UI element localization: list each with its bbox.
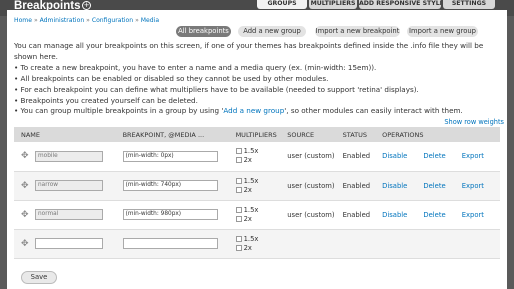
disable-link[interactable]: Disable (382, 211, 407, 219)
status-cell: Enabled (335, 200, 376, 230)
source-cell: user (custom) (280, 200, 336, 230)
multiplier-checkbox[interactable] (235, 186, 242, 193)
help-bullet: • To create a new breakpoint, you have t… (14, 62, 377, 72)
table-row: ✥ narrow (min-width: 740px) 1.5x 2x user (… (14, 171, 500, 201)
table-row: ✥ normal (min-width: 980px) 1.5x 2x user (… (14, 200, 500, 230)
show-row-weights-link[interactable]: Show row weights (444, 118, 504, 126)
multiplier-checkbox[interactable] (235, 215, 242, 222)
import-breakpoint-button[interactable]: Import a new breakpoint (315, 26, 400, 37)
source-cell: user (custom) (280, 142, 336, 172)
breakpoint-field[interactable]: (min-width: 740px) (122, 180, 218, 191)
column-header-multipliers: MULTIPLIERS (228, 127, 281, 142)
export-link[interactable]: Export (462, 152, 484, 160)
drag-handle-icon[interactable]: ✥ (21, 151, 35, 161)
breadcrumb: Home » Administration » Configuration » … (14, 17, 159, 24)
drag-handle-icon[interactable]: ✥ (21, 210, 35, 220)
breakpoint-field[interactable]: (min-width: 0px) (122, 150, 218, 162)
source-cell: user (custom) (280, 171, 336, 201)
export-link[interactable]: Export (462, 211, 484, 219)
add-circle-icon[interactable]: + (82, 1, 91, 10)
column-header-breakpoint: BREAKPOINT, @MEDIA ... (115, 127, 229, 142)
breadcrumb-administration[interactable]: Administration (40, 17, 85, 24)
import-group-button[interactable]: Import a new group (407, 26, 478, 37)
name-field[interactable]: normal (35, 209, 103, 220)
drag-handle-icon[interactable]: ✥ (21, 181, 35, 191)
all-breakpoints-button[interactable]: All breakpoints (176, 26, 231, 37)
breadcrumb-separator: » (135, 17, 139, 24)
breadcrumb-home[interactable]: Home (14, 17, 32, 24)
help-intro-line: You can manage all your breakpoints on t… (14, 41, 484, 50)
breakpoint-field[interactable] (122, 238, 218, 249)
status-cell (335, 229, 376, 259)
help-bullet: • For each breakpoint you can define wha… (14, 84, 419, 94)
disable-link[interactable]: Disable (382, 182, 407, 190)
help-bullet: • You can group multiple breakpoints in … (14, 106, 463, 116)
status-cell: Enabled (335, 142, 376, 172)
column-header-source: SOURCE (280, 127, 336, 142)
tab-groups[interactable]: GROUPS (257, 0, 307, 9)
table-row: ✥ mobile (min-width: 0px) 1.5x 2x user (cu… (14, 142, 500, 172)
breakpoint-field[interactable]: (min-width: 980px) (122, 209, 218, 220)
delete-link[interactable]: Delete (423, 211, 445, 219)
status-cell: Enabled (335, 171, 376, 201)
name-field[interactable] (35, 238, 103, 249)
delete-link[interactable]: Delete (423, 182, 445, 190)
name-field[interactable]: mobile (35, 150, 103, 162)
name-field[interactable]: narrow (35, 180, 103, 191)
breadcrumb-configuration[interactable]: Configuration (92, 17, 133, 24)
multiplier-checkbox[interactable] (235, 157, 242, 164)
operations-cell (375, 229, 500, 259)
tab-settings[interactable]: SETTINGS (443, 0, 495, 9)
table-row: ✥ 1.5x 2x (14, 229, 500, 259)
add-group-link[interactable]: Add a new group (223, 106, 284, 115)
tab-add-responsive-style[interactable]: ADD RESPONSIVE STYLE (359, 0, 441, 9)
drag-handle-icon[interactable]: ✥ (21, 239, 35, 249)
breadcrumb-media[interactable]: Media (141, 17, 159, 24)
source-cell (280, 229, 336, 259)
multiplier-checkbox[interactable] (235, 148, 242, 155)
save-button[interactable]: Save (21, 271, 57, 284)
multiplier-checkbox[interactable] (235, 177, 242, 184)
multiplier-checkbox[interactable] (235, 235, 242, 242)
add-group-button[interactable]: Add a new group (238, 26, 306, 37)
help-text: You can manage all your breakpoints on t… (14, 41, 500, 117)
multiplier-checkbox[interactable] (235, 206, 242, 213)
export-link[interactable]: Export (462, 182, 484, 190)
tab-multipliers[interactable]: MULTIPLIERS (309, 0, 357, 9)
delete-link[interactable]: Delete (423, 152, 445, 160)
table-header-row: NAME BREAKPOINT, @MEDIA ... MULTIPLIERS … (14, 127, 500, 142)
help-bullet: • All breakpoints can be enabled or disa… (14, 73, 329, 83)
disable-link[interactable]: Disable (382, 152, 407, 160)
column-header-status: STATUS (335, 127, 376, 142)
multiplier-checkbox[interactable] (235, 244, 242, 251)
breakpoints-table: NAME BREAKPOINT, @MEDIA ... MULTIPLIERS … (14, 127, 500, 259)
column-header-operations: OPERATIONS (375, 127, 500, 142)
column-header-name: NAME (14, 127, 116, 142)
help-bullet: • Breakpoints you created yourself can b… (14, 95, 198, 105)
help-intro-line: shown here. (14, 51, 58, 61)
breadcrumb-separator: » (33, 17, 38, 24)
breadcrumb-separator: » (86, 17, 90, 24)
